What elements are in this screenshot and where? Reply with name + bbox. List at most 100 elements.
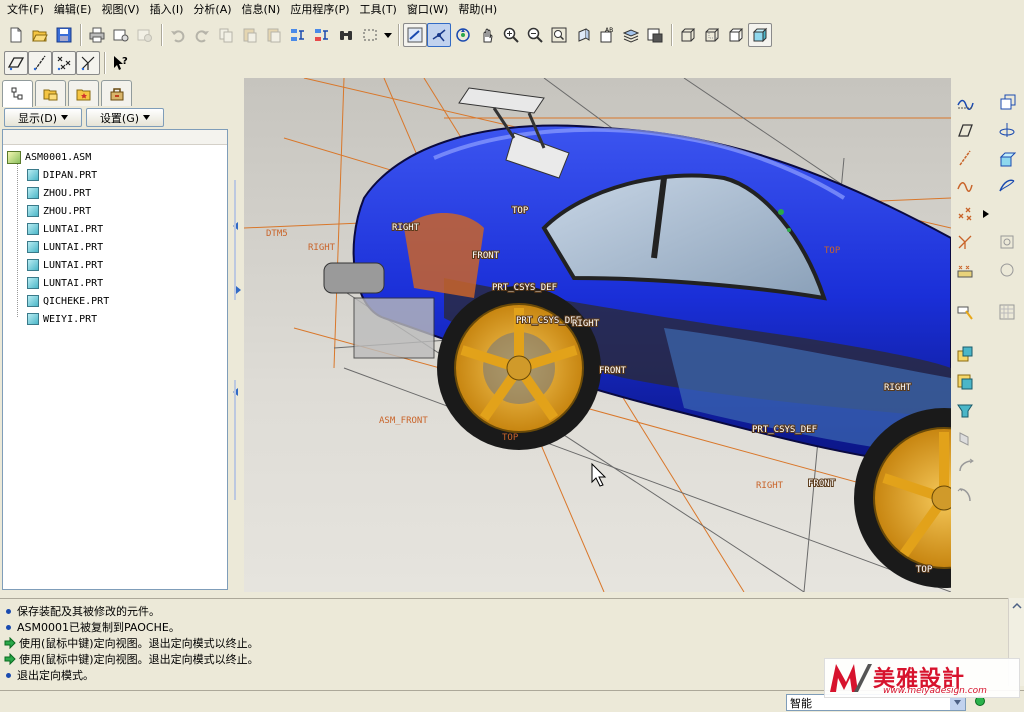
tree-item-root[interactable]: ASM0001.ASM	[7, 148, 91, 166]
datum-plane-button[interactable]	[953, 118, 977, 142]
surface-icon	[999, 179, 1015, 192]
layers-button[interactable]	[619, 23, 643, 47]
menu-file[interactable]: 文件(F)	[2, 0, 49, 19]
regen-manager-button[interactable]	[310, 23, 334, 47]
regen-manager-icon	[315, 29, 328, 41]
datum-axis-button[interactable]	[953, 146, 977, 170]
panel-sash[interactable]	[230, 80, 244, 592]
tab-folder-browser[interactable]	[35, 80, 66, 106]
round-disabled-button[interactable]	[995, 258, 1019, 282]
spin-center-button[interactable]	[427, 23, 451, 47]
model-tree-controls: 显示(D) 设置(G)	[2, 108, 228, 128]
surface-button[interactable]	[995, 174, 1019, 198]
offset-button[interactable]	[995, 90, 1019, 114]
expand-right-icon[interactable]	[236, 286, 241, 294]
menu-applications[interactable]: 应用程序(P)	[285, 0, 354, 19]
paste-button[interactable]	[238, 23, 262, 47]
repeat-disabled-button[interactable]	[953, 482, 977, 506]
regenerate-button[interactable]	[286, 23, 310, 47]
refit-button[interactable]	[547, 23, 571, 47]
new-file-button[interactable]	[4, 23, 28, 47]
menu-tools[interactable]: 工具(T)	[355, 0, 402, 19]
insert-mode-button[interactable]	[953, 300, 977, 324]
mirror-disabled-button[interactable]	[953, 426, 977, 450]
component-create-button[interactable]	[953, 370, 977, 394]
copy-button[interactable]	[214, 23, 238, 47]
zoom-out-button[interactable]	[523, 23, 547, 47]
find-button[interactable]	[334, 23, 358, 47]
undo-button[interactable]	[166, 23, 190, 47]
menu-edit[interactable]: 编辑(E)	[49, 0, 97, 19]
message-text: ASM0001已被复制到PAOCHE。	[17, 621, 180, 634]
model-tree: ASM0001.ASM DIPAN.PRT ZHOU.PRT ZHOU.PRT …	[2, 129, 228, 590]
menu-view[interactable]: 视图(V)	[96, 0, 144, 19]
no-hidden-button[interactable]	[724, 23, 748, 47]
view-manager-button[interactable]	[643, 23, 667, 47]
redo-button[interactable]	[190, 23, 214, 47]
show-menu-button[interactable]: 显示(D)	[4, 108, 82, 127]
tree-item[interactable]: DIPAN.PRT	[27, 166, 97, 184]
pan-button[interactable]	[475, 23, 499, 47]
coord-system-button[interactable]	[953, 230, 977, 254]
datum-point-flyout[interactable]	[981, 202, 991, 226]
settings-menu-label: 设置(G)	[99, 111, 140, 125]
open-file-button[interactable]	[28, 23, 52, 47]
save-button[interactable]	[52, 23, 76, 47]
extrude-button[interactable]	[995, 146, 1019, 170]
datum-axes-toggle[interactable]	[28, 51, 52, 75]
part-icon	[27, 313, 39, 325]
coord-systems-toggle[interactable]	[76, 51, 100, 75]
select-dropdown-button[interactable]	[382, 23, 394, 47]
shading-icon	[752, 27, 768, 43]
component-assemble-button[interactable]	[953, 342, 977, 366]
menu-info[interactable]: 信息(N)	[237, 0, 286, 19]
tree-item[interactable]: QICHEKE.PRT	[27, 292, 109, 310]
datum-points-toggle[interactable]	[52, 51, 76, 75]
hole-disabled-button[interactable]	[995, 230, 1019, 254]
favorites-folder-icon	[76, 89, 90, 100]
sketched-datum-curve-button[interactable]	[953, 90, 977, 114]
tree-item[interactable]: LUNTAI.PRT	[27, 220, 103, 238]
tree-item[interactable]: LUNTAI.PRT	[27, 274, 103, 292]
analysis-feature-button[interactable]	[953, 258, 977, 282]
print-button[interactable]	[85, 23, 109, 47]
menu-insert[interactable]: 插入(I)	[145, 0, 189, 19]
shading-button[interactable]	[748, 23, 772, 47]
send-link-button[interactable]	[133, 23, 157, 47]
pattern-disabled-button[interactable]	[953, 454, 977, 478]
settings-menu-button[interactable]: 设置(G)	[86, 108, 164, 127]
tree-item[interactable]: ZHOU.PRT	[27, 202, 91, 220]
paste-special-button[interactable]	[262, 23, 286, 47]
repaint-button[interactable]	[403, 23, 427, 47]
tree-item[interactable]: LUNTAI.PRT	[27, 256, 103, 274]
reorient-button[interactable]	[571, 23, 595, 47]
hand-icon	[483, 28, 493, 43]
revolve-button[interactable]	[995, 118, 1019, 142]
zoom-in-button[interactable]	[499, 23, 523, 47]
menu-bar: 文件(F) 编辑(E) 视图(V) 插入(I) 分析(A) 信息(N) 应用程序…	[0, 0, 1024, 19]
graphics-window[interactable]: DTM5 RIGHT ASM_FRONT TOP RIGHT FRONT TOP…	[244, 78, 951, 592]
tree-item[interactable]: WEIYI.PRT	[27, 310, 97, 328]
menu-window[interactable]: 窗口(W)	[402, 0, 453, 19]
tab-model-tree[interactable]	[2, 80, 33, 107]
menu-analysis[interactable]: 分析(A)	[188, 0, 236, 19]
tree-item[interactable]: LUNTAI.PRT	[27, 238, 103, 256]
tree-item[interactable]: ZHOU.PRT	[27, 184, 91, 202]
send-email-button[interactable]	[109, 23, 133, 47]
wireframe-button[interactable]	[676, 23, 700, 47]
cut-out-button[interactable]	[953, 398, 977, 422]
group-disabled-button[interactable]	[995, 300, 1019, 324]
tab-favorites[interactable]	[68, 80, 99, 106]
view-manager-icon	[647, 28, 663, 43]
orient-mode-button[interactable]	[451, 23, 475, 47]
datum-planes-toggle[interactable]	[4, 51, 28, 75]
hidden-line-button[interactable]	[700, 23, 724, 47]
datum-curve-button[interactable]	[953, 174, 977, 198]
menu-help[interactable]: 帮助(H)	[453, 0, 502, 19]
select-box-button[interactable]	[358, 23, 382, 47]
datum-point-button[interactable]	[953, 202, 977, 226]
scroll-up-icon[interactable]	[1010, 600, 1024, 612]
saved-views-button[interactable]: AB	[595, 23, 619, 47]
tab-connections[interactable]	[101, 80, 132, 106]
context-help-button[interactable]: ?	[109, 51, 133, 75]
